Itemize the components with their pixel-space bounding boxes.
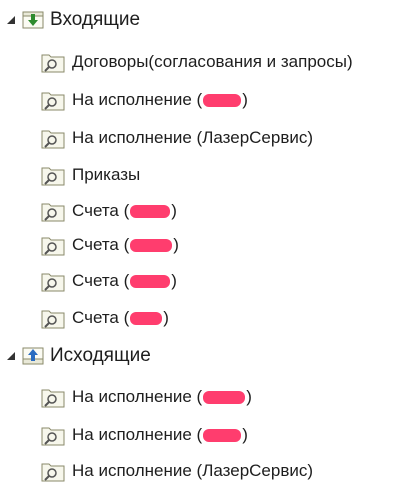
redaction-mark: [130, 205, 171, 219]
search-folder-icon: [41, 89, 65, 111]
inbox-folder-icon: [22, 11, 44, 29]
redaction-mark: [203, 391, 246, 405]
group-label: Входящие: [50, 9, 141, 30]
tree-item[interactable]: На исполнение (ЛазерСервис): [41, 456, 313, 486]
folder-tree: Входящие Договоры(согласования и запросы…: [0, 0, 415, 492]
outbox-folder-icon: [22, 347, 44, 365]
tree-item[interactable]: Счета (): [41, 266, 177, 296]
tree-item-label: На исполнение (): [72, 387, 252, 406]
redaction-mark: [130, 312, 163, 326]
search-folder-icon: [41, 51, 65, 73]
search-folder-icon: [41, 164, 65, 186]
search-folder-icon: [41, 460, 65, 482]
expanded-arrow-icon[interactable]: [4, 349, 18, 363]
tree-item[interactable]: На исполнение (): [41, 420, 248, 450]
tree-item[interactable]: На исполнение (): [41, 382, 252, 412]
redaction-mark: [203, 94, 242, 108]
tree-item[interactable]: Счета (): [41, 196, 177, 226]
search-folder-icon: [41, 200, 65, 222]
search-folder-icon: [41, 270, 65, 292]
search-folder-icon: [41, 234, 65, 256]
tree-item-label: Счета (): [72, 201, 177, 220]
redaction-mark: [203, 429, 242, 443]
tree-group-outgoing[interactable]: Исходящие: [4, 341, 151, 371]
tree-item[interactable]: Счета (): [41, 303, 169, 333]
tree-item-label: Счета (): [72, 271, 177, 290]
tree-item-label: Приказы: [72, 165, 141, 184]
search-folder-icon: [41, 424, 65, 446]
tree-item-label: На исполнение (ЛазерСервис): [72, 128, 314, 147]
search-folder-icon: [41, 127, 65, 149]
redaction-mark: [130, 239, 173, 253]
tree-item-label: На исполнение (): [72, 90, 248, 109]
redaction-mark: [130, 275, 171, 289]
expanded-arrow-icon[interactable]: [4, 13, 18, 27]
tree-item[interactable]: На исполнение (): [41, 85, 248, 115]
tree-item-label: Счета (): [72, 235, 179, 254]
tree-item[interactable]: Договоры(согласования и запросы): [41, 47, 353, 77]
search-folder-icon: [41, 386, 65, 408]
tree-item[interactable]: На исполнение (ЛазерСервис): [41, 123, 313, 153]
tree-item-label: Договоры(согласования и запросы): [72, 52, 353, 71]
tree-group-incoming[interactable]: Входящие: [4, 5, 140, 35]
search-folder-icon: [41, 307, 65, 329]
tree-item-label: Счета (): [72, 308, 169, 327]
group-label: Исходящие: [50, 345, 151, 366]
tree-item-label: На исполнение (ЛазерСервис): [72, 461, 314, 480]
tree-item[interactable]: Счета (): [41, 230, 179, 260]
tree-item-label: На исполнение (): [72, 425, 248, 444]
tree-item[interactable]: Приказы: [41, 160, 140, 190]
